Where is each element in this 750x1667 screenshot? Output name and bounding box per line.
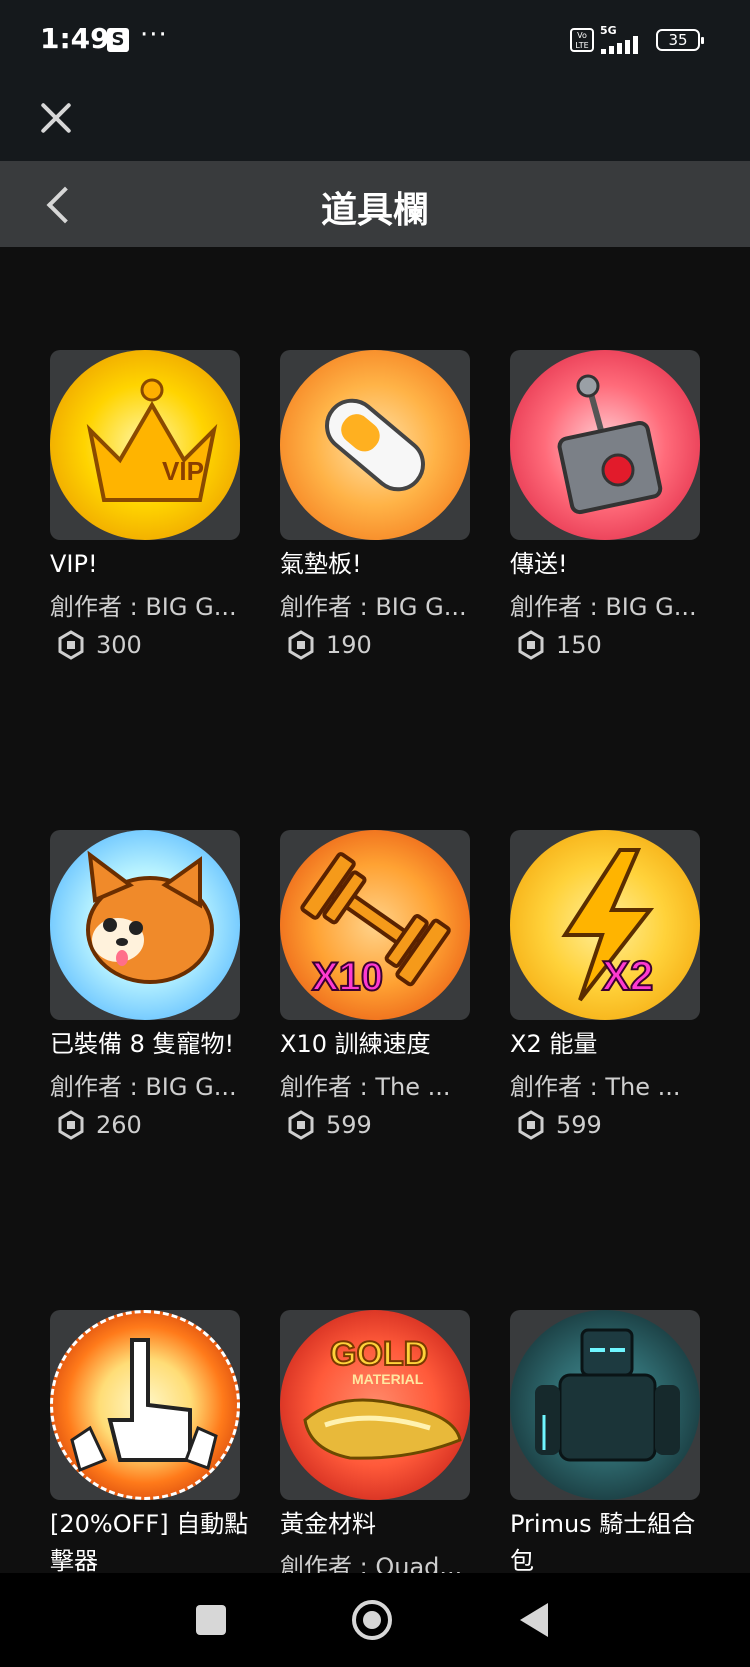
item-card[interactable]: Primus 騎士組合包: [510, 1310, 710, 1573]
item-creator: 創作者 : BIG G...: [50, 593, 237, 621]
robux-icon: [56, 1110, 86, 1140]
item-name: [20%OFF] 自動點擊器: [50, 1510, 249, 1573]
item-thumbnail: X10: [280, 830, 470, 1020]
item-creator: 創作者 : Quad...: [280, 1553, 463, 1573]
page-header: 道具欄: [0, 161, 750, 247]
item-card[interactable]: 傳送! 創作者 : BIG G... 150: [510, 350, 710, 660]
dumbbell-x10-icon: X10: [300, 852, 451, 1000]
item-card[interactable]: 已裝備 8 隻寵物! 創作者 : BIG G... 260: [50, 830, 250, 1140]
material-label-text: MATERIAL: [352, 1371, 424, 1387]
item-price: 599: [510, 1110, 710, 1140]
item-price: 599: [280, 1110, 480, 1140]
teleport-switch-icon: [557, 374, 663, 515]
item-name: VIP!: [50, 550, 98, 578]
items-grid: VIP VIP! 創作者 : BIG G... 300 氣墊板! 創作者 : B…: [0, 247, 750, 1573]
price-value: 300: [96, 631, 142, 659]
crown-vip-icon: VIP: [86, 378, 218, 502]
hoverboard-icon: [325, 398, 425, 492]
item-name: 黃金材料: [280, 1510, 376, 1538]
gold-label-text: GOLD: [330, 1335, 428, 1373]
item-thumbnail: [280, 350, 470, 540]
price-value: 599: [326, 1111, 372, 1139]
x10-badge-text: X10: [312, 955, 383, 999]
price-value: 190: [326, 631, 372, 659]
price-value: 150: [556, 631, 602, 659]
triangle-back-icon[interactable]: [520, 1603, 548, 1637]
item-thumbnail: GOLD MATERIAL: [280, 1310, 470, 1500]
item-thumbnail: [510, 350, 700, 540]
item-price: 300: [50, 630, 250, 660]
signal-icon: [601, 36, 645, 54]
item-card[interactable]: GOLD MATERIAL 黃金材料 創作者 : Quad...: [280, 1310, 480, 1573]
item-name: X2 能量: [510, 1030, 598, 1058]
item-thumbnail: VIP: [50, 350, 240, 540]
item-card[interactable]: X2 X2 能量 創作者 : The ... 599: [510, 830, 710, 1140]
top-bar: [0, 84, 750, 161]
item-card[interactable]: 氣墊板! 創作者 : BIG G... 190: [280, 350, 480, 660]
item-name: 傳送!: [510, 550, 568, 578]
circle-home-icon[interactable]: [352, 1600, 392, 1640]
robux-icon: [56, 630, 86, 660]
more-notifications-icon: ···: [140, 20, 168, 50]
robux-icon: [286, 630, 316, 660]
lightning-x2-icon: X2: [561, 848, 654, 1002]
battery-icon: 35: [656, 29, 704, 51]
system-nav-bar: [0, 1573, 750, 1667]
item-creator: 創作者 : BIG G...: [510, 593, 697, 621]
price-value: 599: [556, 1111, 602, 1139]
robux-icon: [516, 630, 546, 660]
pet-dog-icon: [86, 850, 214, 984]
item-price: 150: [510, 630, 710, 660]
status-bar: 1:49 S ··· Vo LTE 5G 35: [0, 0, 750, 84]
volte-icon: Vo LTE: [570, 28, 594, 52]
robux-icon: [286, 1110, 316, 1140]
close-icon[interactable]: [34, 96, 78, 140]
item-name: Primus 騎士組合包: [510, 1510, 696, 1573]
vip-badge-text: VIP: [162, 456, 204, 486]
knight-bundle-icon: [535, 1328, 680, 1462]
item-thumbnail: [50, 1310, 240, 1500]
price-value: 260: [96, 1111, 142, 1139]
page-title: 道具欄: [320, 190, 429, 231]
item-creator: 創作者 : BIG G...: [280, 593, 467, 621]
item-price: 260: [50, 1110, 250, 1140]
robux-icon: [516, 1110, 546, 1140]
item-card[interactable]: X10 X10 訓練速度 創作者 : The ... 599: [280, 830, 480, 1140]
auto-clicker-hand-icon: [70, 1338, 218, 1473]
item-price: 190: [280, 630, 480, 660]
x2-badge-text: X2: [602, 952, 653, 999]
shopping-bag-icon: S: [107, 28, 129, 52]
item-card[interactable]: VIP VIP! 創作者 : BIG G... 300: [50, 350, 250, 660]
status-time: 1:49: [40, 22, 110, 55]
item-creator: 創作者 : BIG G...: [50, 1073, 237, 1101]
item-thumbnail: [50, 830, 240, 1020]
item-creator: 創作者 : The ...: [280, 1073, 451, 1101]
square-recents-icon[interactable]: [196, 1605, 226, 1635]
item-name: 氣墊板!: [280, 550, 362, 578]
item-thumbnail: [510, 1310, 700, 1500]
gold-material-icon: GOLD MATERIAL: [303, 1334, 462, 1460]
item-name: 已裝備 8 隻寵物!: [50, 1030, 235, 1058]
item-name: X10 訓練速度: [280, 1030, 431, 1058]
item-creator: 創作者 : The ...: [510, 1073, 681, 1101]
item-thumbnail: X2: [510, 830, 700, 1020]
item-card[interactable]: [20%OFF] 自動點擊器: [50, 1310, 250, 1573]
